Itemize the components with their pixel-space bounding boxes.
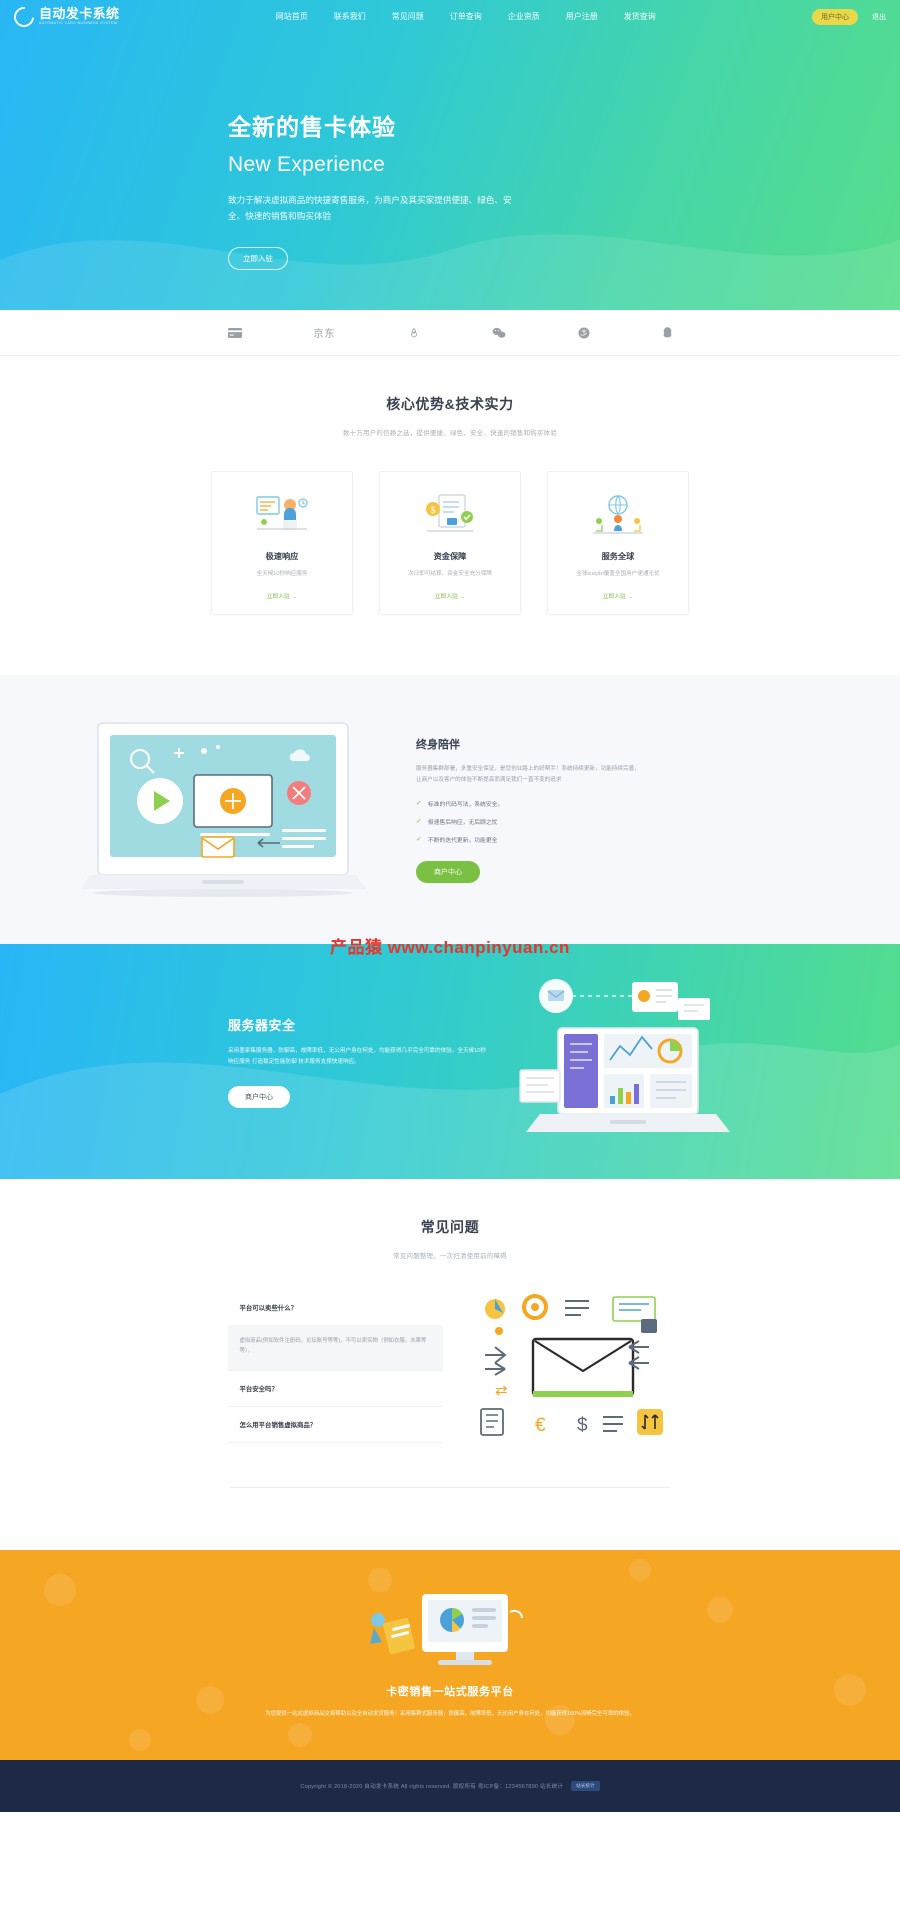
faq-accordion: 平台可以卖些什么？ 虚拟商品(例如软件注册码，论坛账号等等)，不可以卖实物（例如… (227, 1290, 443, 1443)
wechat-icon (492, 327, 506, 339)
advantage-card-title: 服务全球 (601, 552, 635, 561)
faq-item: 怎么用平台销售虚拟商品？ (227, 1407, 443, 1443)
advantages-subtitle: 数十万用户的信赖之选，提供便捷、绿色、安全、快速的销售和购买体验 (342, 430, 558, 437)
laptop-illustration-icon (80, 717, 372, 902)
logout-button[interactable]: 退出 (872, 12, 886, 22)
nav-item-register[interactable]: 用户注册 (566, 11, 598, 22)
site-header: 自动发卡系统 AUTOMATIC CARD BUSINESS SYSTEM 网站… (0, 0, 900, 33)
hero-section: 自动发卡系统 AUTOMATIC CARD BUSINESS SYSTEM 网站… (0, 0, 900, 310)
logo-title: 自动发卡系统 (39, 6, 120, 22)
header-actions: 用户中心 退出 (812, 8, 886, 25)
advantage-card-link[interactable]: 立即入驻 → (558, 591, 678, 600)
footer-stats-badge[interactable]: 站长统计 (571, 1781, 600, 1791)
list-item: ✓ 极速售后响应，无后顾之忧 (416, 817, 642, 826)
server-content: 服务器安全 采用墨家集服务器，防御高，故障率低，无公用户身在何处，均能获得几乎完… (0, 1015, 490, 1108)
nav-item-faq[interactable]: 常见问题 (392, 11, 424, 22)
hero-content: 全新的售卡体验 New Experience 致力于解决虚拟商品的快捷寄售服务，… (0, 33, 900, 270)
speed-illustration-icon (222, 488, 342, 540)
main-navigation: 网站首页 联系我们 常见问题 订单查询 企业资质 用户注册 发货查询 (276, 11, 656, 22)
server-illustration-icon (510, 974, 740, 1154)
check-icon: ✓ (416, 818, 422, 826)
alipay-icon (578, 327, 590, 339)
faq-question[interactable]: 平台可以卖些什么？ (228, 1290, 443, 1325)
site-footer: Copyright © 2018-2020 自动发卡系统 All rights … (0, 1760, 900, 1812)
faq-title: 常见问题 (420, 1218, 480, 1235)
advantage-card-funds[interactable]: $ 资金保障 次日即可结算，资金安全充分保障 立即入驻 → (379, 471, 521, 615)
global-illustration-icon (558, 488, 678, 540)
faq-item: 平台可以卖些什么？ 虚拟商品(例如软件注册码，论坛账号等等)，不可以卖实物（例如… (227, 1290, 443, 1371)
advantages-title: 核心优势&技术实力 (386, 396, 514, 412)
footer-copyright: Copyright © 2018-2020 自动发卡系统 All rights … (300, 1784, 564, 1790)
companion-list-label: 极速售后响应，无后顾之忧 (427, 819, 498, 826)
companion-content: 终身陪伴 服务器集群部署，多重安全保证，是您创业路上的好帮手！系统持续更新，功能… (416, 736, 642, 883)
svg-text:€: € (535, 1415, 546, 1436)
companion-list-label: 不断的迭代更新，功能更全 (427, 837, 498, 844)
nav-item-qualification[interactable]: 企业资质 (508, 11, 540, 22)
faq-answer: 虚拟商品(例如软件注册码，论坛账号等等)，不可以卖实物（例如衣服，水果等等）。 (227, 1324, 443, 1370)
user-center-button[interactable]: 用户中心 (812, 8, 858, 25)
nav-item-order-query[interactable]: 订单查询 (450, 11, 482, 22)
faq-illustration-icon: ⇄ € $ (473, 1290, 673, 1443)
advantages-header: 核心优势&技术实力 数十万用户的信赖之选，提供便捷、绿色、安全、快速的销售和购买… (0, 356, 900, 437)
advantage-cards: 极速响应 全天候10秒响应服务 立即入驻 → $ 资金保障 次日即可结算，资金安… (0, 437, 900, 675)
advantage-card-link[interactable]: 立即入驻 → (390, 591, 510, 600)
check-icon: ✓ (416, 836, 422, 844)
advantage-card-title: 资金保障 (433, 552, 467, 561)
taobao-icon (408, 327, 420, 339)
hero-title-en: New Experience (228, 152, 386, 176)
companion-description: 服务器集群部署，多重安全保证，是您创业路上的好帮手！系统持续更新，功能持续完善，… (416, 766, 640, 783)
list-item: ✓ 不断的迭代更新，功能更全 (416, 835, 642, 844)
qq-icon (662, 326, 673, 339)
companion-feature-list: ✓ 标准的代码写法，系统安全。 ✓ 极速售后响应，无后顾之忧 ✓ 不断的迭代更新… (416, 799, 642, 844)
server-description: 采用墨家集服务器，防御高，故障率低，无公用户身在何处，均能获得几乎完全可靠的体验… (228, 1048, 486, 1065)
svg-text:⇄: ⇄ (495, 1382, 508, 1399)
faq-section: 常见问题 常见问题整理，一次扫清使用前的障碍 平台可以卖些什么？ 虚拟商品(例如… (0, 1178, 900, 1550)
cta-description: 为您提供一站式虚拟商品交易帮助以及全自动发货服务！采用集群式服务器，防御高，故障… (265, 1711, 635, 1718)
check-icon: ✓ (416, 800, 422, 808)
advantage-card-desc: 次日即可结算，资金安全充分保障 (408, 571, 492, 577)
advantage-card-title: 极速响应 (265, 552, 299, 561)
list-item: ✓ 标准的代码写法，系统安全。 (416, 799, 642, 808)
nav-item-contact[interactable]: 联系我们 (334, 11, 366, 22)
companion-section: 终身陪伴 服务器集群部署，多重安全保证，是您创业路上的好帮手！系统持续更新，功能… (0, 674, 900, 957)
logo-circle-icon (9, 2, 39, 31)
watermark-text: 产品猿 www.chanpinyuan.cn (330, 937, 570, 957)
hero-description: 致力于解决虚拟商品的快捷寄售服务，为商户及其买家提供便捷、绿色、安全、快速的销售… (228, 194, 512, 221)
cta-title: 卡密销售一站式服务平台 (386, 1686, 514, 1699)
companion-title: 终身陪伴 (416, 739, 460, 752)
cta-section: 卡密销售一站式服务平台 为您提供一站式虚拟商品交易帮助以及全自动发货服务！采用集… (0, 1550, 900, 1760)
advantage-card-speed[interactable]: 极速响应 全天候10秒响应服务 立即入驻 → (211, 471, 353, 615)
site-logo[interactable]: 自动发卡系统 AUTOMATIC CARD BUSINESS SYSTEM (9, 2, 120, 31)
faq-question[interactable]: 平台安全吗？ (228, 1371, 443, 1406)
faq-item: 平台安全吗？ (227, 1371, 443, 1407)
advantages-section: 核心优势&技术实力 数十万用户的信赖之选，提供便捷、绿色、安全、快速的销售和购买… (0, 356, 900, 675)
advantage-card-global[interactable]: 服务全球 全球ização覆盖全国用户速通无忧 立即入驻 → (547, 471, 689, 615)
faq-question[interactable]: 怎么用平台销售虚拟商品？ (228, 1407, 443, 1442)
advantage-card-desc: 全天候10秒响应服务 (256, 571, 308, 577)
server-title: 服务器安全 (228, 1018, 296, 1034)
faq-body: 平台可以卖些什么？ 虚拟商品(例如软件注册码，论坛账号等等)，不可以卖实物（例如… (0, 1260, 900, 1487)
faq-header: 常见问题 常见问题整理，一次扫清使用前的障碍 (0, 1179, 900, 1260)
brand-logos-row: 京东 (0, 310, 900, 356)
advantage-card-link[interactable]: 立即入驻 → (222, 591, 342, 600)
hero-title-cn: 全新的售卡体验 (228, 114, 396, 140)
hero-join-button[interactable]: 立即入驻 (228, 246, 288, 270)
svg-text:$: $ (430, 505, 435, 515)
jd-logo: 京东 (313, 329, 336, 340)
nav-item-home[interactable]: 网站首页 (276, 11, 308, 22)
logo-subtitle: AUTOMATIC CARD BUSINESS SYSTEM (39, 21, 118, 26)
faq-subtitle: 常见问题整理，一次扫清使用前的障碍 (393, 1252, 507, 1260)
server-merchant-center-button[interactable]: 商户中心 (228, 1085, 290, 1108)
companion-merchant-center-button[interactable]: 商户中心 (416, 860, 480, 883)
server-security-section: 服务器安全 采用墨家集服务器，防御高，故障率低，无公用户身在何处，均能获得几乎完… (0, 943, 900, 1179)
companion-list-label: 标准的代码写法，系统安全。 (427, 801, 504, 808)
nav-item-delivery-query[interactable]: 发货查询 (624, 11, 656, 22)
svg-text:$: $ (577, 1415, 588, 1436)
advantage-card-desc: 全球ização覆盖全国用户速通无忧 (576, 571, 660, 577)
card-icon (227, 327, 242, 338)
funds-illustration-icon: $ (390, 488, 510, 540)
cta-illustration-icon (360, 1590, 540, 1677)
